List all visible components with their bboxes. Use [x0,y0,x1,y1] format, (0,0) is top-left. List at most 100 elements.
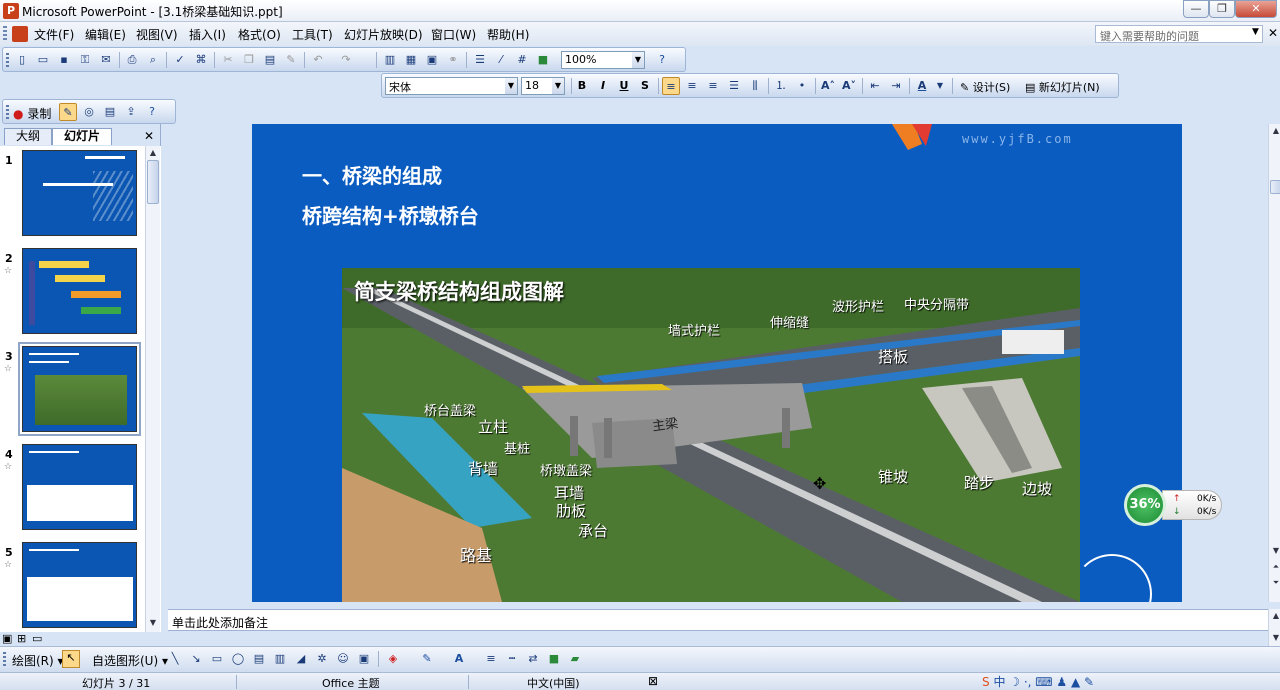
minimize-button[interactable]: — [1183,0,1209,18]
help-icon[interactable]: ? [653,51,671,69]
redo-icon[interactable]: ↷ [337,51,355,69]
open-icon[interactable]: ▭ [34,51,52,69]
vertical-textbox-icon[interactable]: ▥ [271,650,289,668]
design-button[interactable]: ✎ 设计(S) [960,79,1010,95]
align-center-icon[interactable]: ≡ [683,77,701,95]
normal-view-icon[interactable]: ▣ [2,632,12,645]
picture-icon[interactable]: ▣ [355,650,373,668]
previous-slide-icon[interactable]: ⏶ [1270,560,1280,574]
diagram-icon[interactable]: ✲ [313,650,331,668]
font-color-icon[interactable]: A [913,77,931,95]
tables-borders-icon[interactable]: ▣ [423,51,441,69]
close-panel-icon[interactable]: ✕ [144,129,154,143]
clipart-icon[interactable]: ☺ [334,650,352,668]
decrease-indent-icon[interactable]: ⇤ [866,77,884,95]
document-close-icon[interactable]: ✕ [1268,26,1278,40]
dash-style-icon[interactable]: ┅ [503,650,521,668]
decrease-font-icon[interactable]: A˅ [840,77,858,95]
menu-format[interactable]: 格式(O) [238,26,281,43]
show-grid-icon[interactable]: # [513,51,531,69]
arrow-style-icon[interactable]: ⇄ [524,650,542,668]
document-icon[interactable] [12,26,28,42]
slides-icon[interactable]: ▤ [101,103,119,121]
scroll-down-icon[interactable]: ▼ [1270,544,1280,558]
scroll-thumb[interactable] [1270,180,1280,194]
insert-table-icon[interactable]: ▦ [402,51,420,69]
help-search-input[interactable]: 键入需要帮助的问题 [1095,25,1263,43]
scroll-down-icon[interactable]: ▼ [147,616,159,630]
help-icon[interactable]: ? [143,103,161,121]
italic-button[interactable]: I [594,77,612,95]
slideshow-icon[interactable]: ▭ [32,632,42,645]
increase-font-icon[interactable]: A˄ [819,77,837,95]
current-slide[interactable]: www.yjfB.com 一、桥梁的组成 桥跨结构+桥墩桥台 简支梁桥结构组成图… [252,124,1182,602]
new-slide-button[interactable]: ▤ 新幻灯片(N) [1025,79,1100,95]
increase-indent-icon[interactable]: ⇥ [887,77,905,95]
restore-button[interactable]: ❐ [1209,0,1235,18]
bold-button[interactable]: B [573,77,591,95]
underline-button[interactable]: U [615,77,633,95]
help-dropdown-icon[interactable]: ▼ [1252,27,1259,37]
scroll-down-icon[interactable]: ▼ [1270,631,1280,645]
screen-capture-icon[interactable]: ✎ [59,103,77,121]
speaker-icon[interactable]: ◎ [80,103,98,121]
menu-file[interactable]: 文件(F) [34,26,74,43]
rectangle-icon[interactable]: ▭ [208,650,226,668]
menu-edit[interactable]: 编辑(E) [85,26,126,43]
tab-slides[interactable]: 幻灯片 [52,128,112,145]
zoom-select[interactable]: 100% ▼ [561,51,645,69]
color-grayscale-icon[interactable]: ■ [534,51,552,69]
slide-thumbnail-4[interactable]: 4 ☆ [0,440,145,532]
copy-icon[interactable]: ❐ [240,51,258,69]
menu-insert[interactable]: 插入(I) [189,26,226,43]
shadow-style-icon[interactable]: ■ [545,650,563,668]
chevron-down-icon[interactable]: ▼ [931,77,949,95]
scroll-up-icon[interactable]: ▲ [147,146,159,160]
slide-thumbnail-3[interactable]: 3 ☆ [0,342,145,436]
format-painter-icon[interactable]: ✎ [282,51,300,69]
permission-icon[interactable]: ⚿ [76,51,94,69]
slide-scrollbar[interactable]: ▲ ▼ ⏶ ⏷ [1268,124,1280,602]
new-icon[interactable]: ▯ [13,51,31,69]
3d-style-icon[interactable]: ▰ [566,650,584,668]
insert-chart-icon[interactable]: ▥ [381,51,399,69]
slide-thumbnail-1[interactable]: 1 [0,146,145,238]
scroll-up-icon[interactable]: ▲ [1270,609,1280,623]
menu-help[interactable]: 帮助(H) [487,26,529,43]
numbering-icon[interactable]: ⒈ [772,77,790,95]
oval-icon[interactable]: ◯ [229,650,247,668]
show-formatting-icon[interactable]: ⁄ [492,51,510,69]
record-button[interactable]: ● 录制 [13,105,51,122]
next-slide-icon[interactable]: ⏷ [1270,576,1280,590]
network-speed-widget[interactable]: ↑ 0K/s ↓ 0K/s 36% [1124,484,1224,526]
align-right-icon[interactable]: ≡ [704,77,722,95]
justify-icon[interactable]: ☰ [725,77,743,95]
line-icon[interactable]: ╲ [166,650,184,668]
tab-outline[interactable]: 大纲 [4,128,52,145]
slide-thumbnail-5[interactable]: 5 ☆ [0,538,145,630]
cut-icon[interactable]: ✂ [219,51,237,69]
input-method-toolbar[interactable]: S 中 ☽ ·, ⌨ ♟ ▲ ✎ [982,673,1132,690]
fill-color-icon[interactable]: ◈ [384,650,402,668]
print-preview-icon[interactable]: ⌕ [144,51,162,69]
font-color-icon[interactable]: A [450,650,468,668]
shadow-button[interactable]: S [636,77,654,95]
print-icon[interactable]: ⎙ [123,51,141,69]
font-select[interactable]: 宋体 ▼ [385,77,518,95]
menu-view[interactable]: 视图(V) [136,26,178,43]
slide-sorter-icon[interactable]: ⊞ [17,632,26,645]
scroll-up-icon[interactable]: ▲ [1270,124,1280,138]
export-icon[interactable]: ⇪ [122,103,140,121]
insert-hyperlink-icon[interactable]: ⚭ [444,51,462,69]
scroll-thumb[interactable] [147,160,159,204]
line-color-icon[interactable]: ✎ [418,650,436,668]
draw-menu[interactable]: 绘图(R) ▾ [12,652,64,669]
email-icon[interactable]: ✉ [97,51,115,69]
notes-scrollbar[interactable]: ▲ ▼ [1268,609,1280,646]
line-style-icon[interactable]: ≡ [482,650,500,668]
slide-thumbnail-2[interactable]: 2 ☆ [0,244,145,336]
spelling-icon[interactable]: ✓ [171,51,189,69]
menu-tools[interactable]: 工具(T) [292,26,333,43]
undo-icon[interactable]: ↶ [309,51,327,69]
wordart-icon[interactable]: ◢ [292,650,310,668]
